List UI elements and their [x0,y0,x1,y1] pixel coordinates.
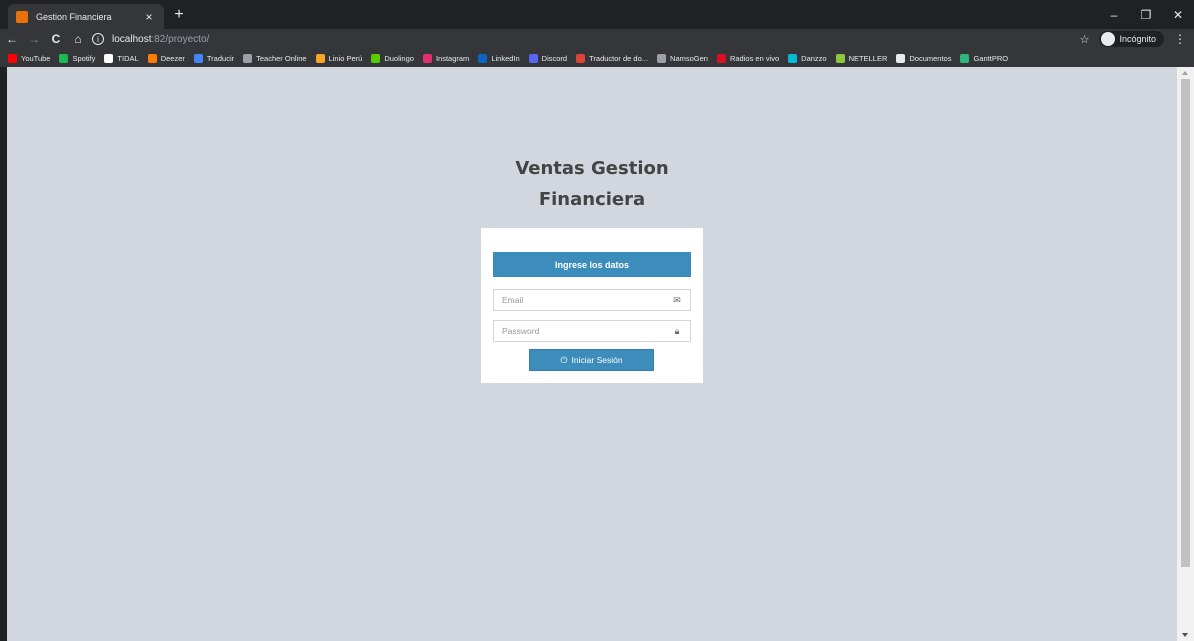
bookmark-label: NamsoGen [670,53,708,63]
restore-button[interactable]: ❐ [1130,0,1162,29]
tab-close-icon[interactable]: × [142,10,156,24]
bookmark-item[interactable]: Spotify [59,53,96,63]
bookmark-label: LinkedIn [491,53,520,63]
bookmark-item[interactable]: Discord [528,53,568,63]
url-path: :82/proyecto/ [151,33,210,45]
incognito-label: Incógnito [1119,34,1156,44]
email-input[interactable] [502,295,672,305]
power-icon: ⏻ [560,354,568,365]
bookmark-label: Linio Perú [328,53,363,63]
bookmark-favicon-icon [657,53,667,63]
login-box: Ingrese los datos ✉ 🔒︎ ⏻ Iniciar Sesión [481,228,703,383]
envelope-icon: ✉ [673,294,681,305]
bookmark-label: Radios en vivo [729,53,780,63]
bookmark-item[interactable]: Traductor de do... [576,53,649,63]
bookmark-label: Documentos [909,53,952,63]
bookmark-favicon-icon [835,53,845,63]
bookmark-favicon-icon [104,53,114,63]
bookmark-item[interactable]: Documentos [896,53,952,63]
password-field[interactable]: 🔒︎ [493,320,691,342]
bookmark-item[interactable]: Duolingo [371,53,414,63]
password-input[interactable] [502,326,672,336]
forward-button[interactable]: → [24,30,44,48]
bookmark-favicon-icon [788,53,798,63]
page-title-line2: Financiera [538,189,646,210]
bookmark-favicon-icon [8,53,17,63]
window-controls: – ❐ ✕ [1098,0,1194,29]
info-icon[interactable]: i [92,33,104,45]
bookmark-favicon-icon [960,53,970,63]
bookmark-favicon-icon [716,53,726,63]
browser-toolbar: ← → C ⌂ i localhost :82/proyecto/ ☆ Incó… [0,29,1194,49]
bookmark-item[interactable]: Linio Perú [315,53,363,63]
bookmark-item[interactable]: TIDAL [104,53,139,63]
tab-title: Gestion Financiera [36,11,112,22]
email-field[interactable]: ✉ [493,289,691,311]
bookmark-label: Deezer [160,53,185,63]
bookmark-favicon-icon [528,53,538,63]
bookmark-favicon-icon [576,53,586,63]
bookmark-item[interactable]: LinkedIn [478,53,520,63]
bookmark-label: YouTube [21,53,51,63]
bookmark-label: Traducir [206,53,235,63]
back-button[interactable]: ← [2,30,22,48]
new-tab-button[interactable]: + [168,5,190,25]
bookmark-label: Teacher Online [256,53,307,63]
address-bar[interactable]: i localhost :82/proyecto/ [92,30,1182,48]
tab-favicon-icon [16,10,28,23]
tab-strip: Gestion Financiera × + – ❐ ✕ [0,0,1194,29]
browser-tab[interactable]: Gestion Financiera × [8,4,164,29]
close-window-button[interactable]: ✕ [1162,0,1194,29]
login-box-header: Ingrese los datos [493,252,691,277]
lock-icon: 🔒︎ [674,325,680,336]
bookmark-item[interactable]: Instagram [422,53,470,63]
kebab-menu-icon[interactable]: ⋮ [1174,32,1186,46]
bookmark-star-icon[interactable]: ☆ [1080,33,1090,46]
bookmark-item[interactable]: Deezer [147,53,185,63]
browser-chrome: Gestion Financiera × + – ❐ ✕ ← → C ⌂ i l… [0,0,1194,67]
bookmarks-bar: YouTube Spotify TIDAL Deezer Traducir Teacher… [0,49,1194,67]
vertical-scrollbar[interactable] [1177,67,1194,641]
bookmark-label: Duolingo [384,53,414,63]
bookmark-favicon-icon [896,53,906,63]
bookmark-label: Instagram [435,53,470,63]
bookmark-favicon-icon [315,53,325,63]
toolbar-right: ☆ Incógnito ⋮ [1080,30,1186,48]
incognito-badge[interactable]: Incógnito [1099,31,1164,47]
bookmark-item[interactable]: YouTube [8,53,51,63]
bookmark-item[interactable]: Danzzo [788,53,827,63]
bookmark-label: Spotify [72,53,96,63]
bookmark-label: Danzzo [801,53,827,63]
page-title-line1: Ventas Gestion [515,158,669,179]
bookmark-label: Discord [541,53,568,63]
page-title: Ventas Gestion Financiera [481,153,703,215]
bookmark-favicon-icon [371,53,381,63]
bookmark-favicon-icon [147,53,157,63]
bookmark-label: TIDAL [117,53,139,63]
bookmark-item[interactable]: NamsoGen [657,53,708,63]
incognito-icon [1101,32,1116,46]
scroll-down-arrow-icon[interactable] [1182,633,1188,637]
bookmark-label: NETELLER [848,53,888,63]
minimize-button[interactable]: – [1098,0,1130,29]
bookmark-item[interactable]: NETELLER [835,53,888,63]
bookmark-item[interactable]: Radios en vivo [716,53,780,63]
url-host: localhost [112,33,152,45]
home-button[interactable]: ⌂ [68,30,88,48]
bookmark-item[interactable]: GanttPRO [960,53,1009,63]
scroll-thumb[interactable] [1181,79,1190,567]
bookmark-favicon-icon [59,53,69,63]
bookmark-favicon-icon [422,53,432,63]
bookmark-favicon-icon [193,53,203,63]
bookmark-label: Traductor de do... [589,53,649,63]
bookmark-item[interactable]: Traducir [193,53,235,63]
bookmark-favicon-icon [243,53,253,63]
reload-button[interactable]: C [46,30,66,48]
bookmark-favicon-icon [478,53,488,63]
login-button[interactable]: ⏻ Iniciar Sesión [529,349,654,371]
login-button-label: Iniciar Sesión [571,355,623,365]
bookmark-label: GanttPRO [973,53,1009,63]
scroll-up-arrow-icon[interactable] [1182,71,1188,75]
bookmark-item[interactable]: Teacher Online [243,53,307,63]
